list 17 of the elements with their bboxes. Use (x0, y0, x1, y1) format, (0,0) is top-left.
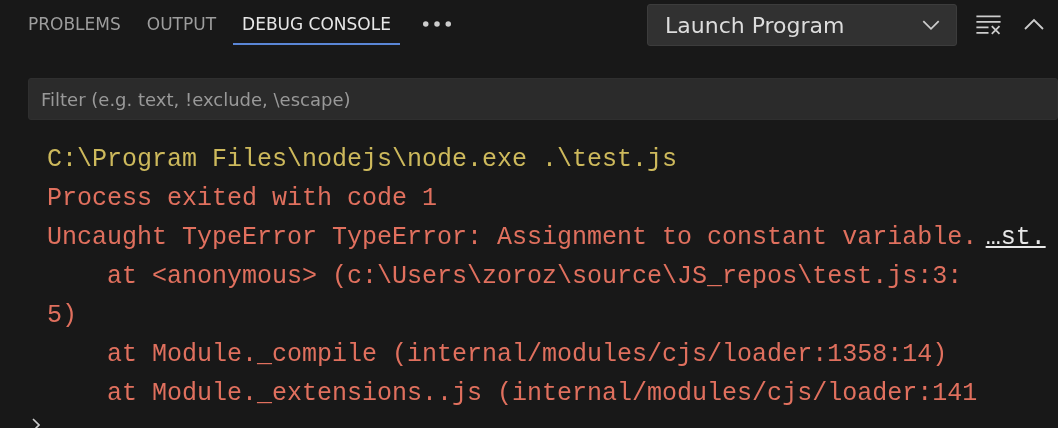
more-actions-icon[interactable] (421, 20, 452, 28)
console-error: at Module._compile (internal/modules/cjs/loader:1358:14) (106, 339, 948, 371)
console-error: at <anonymous> (c:\Users\zoroz\source\JS_repos\test.js:3:5) (47, 261, 964, 332)
clear-console-icon[interactable] (975, 13, 1002, 35)
filter-field[interactable]: Filter (e.g. text, !exclude, \escape) (28, 78, 1058, 120)
source-link[interactable]: …st. (985, 218, 1046, 257)
expand-chevron-icon[interactable] (32, 418, 40, 428)
console-error: at Module._extensions..js (internal/modules/cjs/loader:141 (106, 378, 978, 410)
panel-tab[interactable]: OUTPUT (137, 3, 226, 45)
collapse-panel-icon[interactable] (1024, 18, 1044, 30)
panel-tab[interactable]: DEBUG CONSOLE (233, 3, 400, 45)
panel-tab[interactable]: PROBLEMS (19, 3, 130, 45)
console-command: C:\Program Files\nodejs\node.exe .\test.js (47, 144, 678, 176)
caret-icon (922, 19, 940, 31)
console-error: Uncaught TypeError TypeError: Assignment to constant variable. (47, 222, 979, 254)
console-error: Process exited with code 1 (47, 183, 438, 215)
launch-config-dropdown[interactable]: Launch Program (647, 4, 957, 46)
